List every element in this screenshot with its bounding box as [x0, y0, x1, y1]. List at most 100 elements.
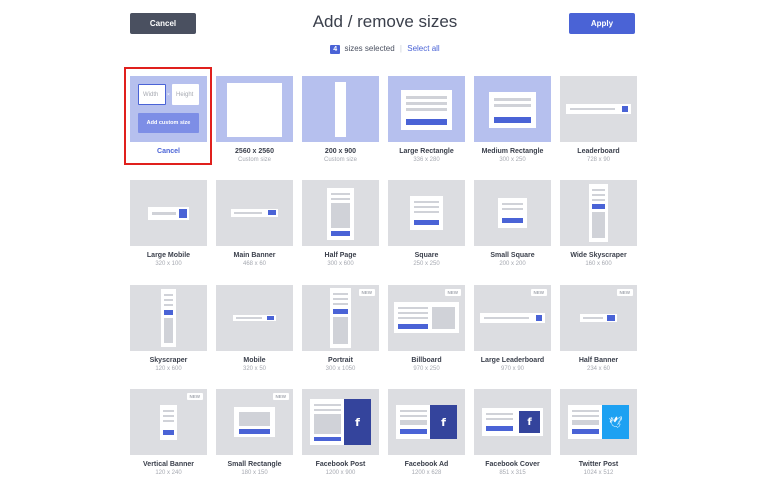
size-tile[interactable]: Medium Rectangle 300 x 250 [474, 76, 551, 163]
new-badge: NEW [272, 393, 289, 400]
size-dimensions: 250 x 250 [413, 261, 440, 267]
size-tile[interactable]: Large Mobile 320 x 100 [130, 180, 207, 267]
size-dimensions: 1024 x 512 [583, 470, 614, 476]
size-dimensions: 180 x 150 [241, 470, 268, 476]
selection-summary: 4 sizes selected | Select all [0, 44, 770, 54]
size-tile[interactable]: NEW Half Banner 234 x 60 [560, 285, 637, 372]
size-name: Half Banner [578, 357, 619, 364]
size-dimensions: 200 x 200 [499, 261, 526, 267]
new-badge: NEW [530, 289, 547, 296]
size-tile[interactable]: f Facebook Post 1200 x 900 [302, 389, 379, 476]
size-thumbnail: NEW [560, 285, 637, 351]
size-thumbnail [302, 76, 379, 142]
size-thumbnail [388, 76, 465, 142]
size-tile[interactable]: Mobile 320 x 50 [216, 285, 293, 372]
facebook-icon: f [519, 411, 540, 433]
size-tile[interactable]: Skyscraper 120 x 600 [130, 285, 207, 372]
size-dimensions: 120 x 600 [155, 366, 182, 372]
size-dimensions: 300 x 250 [499, 157, 526, 163]
size-dimensions: 336 x 280 [413, 157, 440, 163]
size-tile[interactable]: NEW Large Leaderboard 970 x 90 [474, 285, 551, 372]
size-tile[interactable]: Square 250 x 250 [388, 180, 465, 267]
size-thumbnail: 🕊 [560, 389, 637, 455]
size-tile[interactable]: f Facebook Ad 1200 x 628 [388, 389, 465, 476]
size-thumbnail: NEW [474, 285, 551, 351]
select-all-link[interactable]: Select all [407, 44, 439, 53]
size-tile[interactable]: f Facebook Cover 851 x 315 [474, 389, 551, 476]
size-name: Large Mobile [146, 252, 191, 259]
size-dimensions: 970 x 250 [413, 366, 440, 372]
size-dimensions: 1200 x 900 [325, 470, 356, 476]
size-thumbnail [216, 285, 293, 351]
size-thumbnail [560, 76, 637, 142]
new-badge: NEW [616, 289, 633, 296]
size-name: Medium Rectangle [481, 148, 544, 155]
size-tile[interactable]: Small Square 200 x 200 [474, 180, 551, 267]
facebook-icon: f [430, 405, 457, 439]
size-dimensions: 320 x 100 [155, 261, 182, 267]
size-thumbnail [474, 76, 551, 142]
size-dimensions: 851 x 315 [499, 470, 526, 476]
size-dimensions: 300 x 1050 [325, 366, 356, 372]
size-tile[interactable]: Large Rectangle 336 x 280 [388, 76, 465, 163]
size-name: 200 x 900 [324, 148, 357, 155]
new-badge: NEW [186, 393, 203, 400]
page-title: Add / remove sizes [312, 12, 458, 31]
size-dimensions: Custom size [323, 157, 357, 163]
size-thumbnail [560, 180, 637, 246]
size-name: Mobile [243, 357, 266, 364]
size-name: Facebook Post [315, 461, 366, 468]
highlight-box [124, 67, 212, 165]
new-badge: NEW [444, 289, 461, 296]
size-tile[interactable]: NEW Portrait 300 x 1050 [302, 285, 379, 372]
twitter-icon: 🕊 [602, 405, 629, 439]
size-thumbnail [216, 76, 293, 142]
size-dimensions: 160 x 600 [585, 261, 612, 267]
size-thumbnail: f [388, 389, 465, 455]
size-tile[interactable]: Main Banner 468 x 60 [216, 180, 293, 267]
size-tile[interactable]: NEW Billboard 970 x 250 [388, 285, 465, 372]
facebook-icon: f [344, 399, 371, 445]
size-name: Main Banner [233, 252, 276, 259]
separator: | [399, 44, 402, 53]
size-tile[interactable]: NEW Vertical Banner 120 x 240 [130, 389, 207, 476]
size-dimensions: 300 x 600 [327, 261, 354, 267]
size-thumbnail [130, 180, 207, 246]
size-thumbnail [302, 180, 379, 246]
size-name: Billboard [411, 357, 442, 364]
apply-button[interactable]: Apply [569, 13, 635, 34]
size-tile[interactable]: Wide Skyscraper 160 x 600 [560, 180, 637, 267]
size-name: Vertical Banner [143, 461, 194, 468]
size-dimensions: 234 x 60 [586, 366, 611, 372]
size-tile[interactable]: 🕊 Twitter Post 1024 x 512 [560, 389, 637, 476]
size-dimensions: 120 x 240 [155, 470, 182, 476]
size-tile[interactable]: Half Page 300 x 600 [302, 180, 379, 267]
size-name: Small Square [490, 252, 535, 259]
size-dimensions: 1200 x 628 [411, 470, 442, 476]
size-thumbnail: NEW [130, 389, 207, 455]
size-name: 2560 x 2560 [235, 148, 274, 155]
size-name: Twitter Post [578, 461, 619, 468]
size-tile[interactable]: Leaderboard 728 x 90 [560, 76, 637, 163]
size-name: Facebook Ad [404, 461, 449, 468]
size-name: Leaderboard [577, 148, 620, 155]
size-dimensions: 468 x 60 [242, 261, 267, 267]
size-tile[interactable]: 200 x 900 Custom size [302, 76, 379, 163]
size-dimensions: 728 x 90 [586, 157, 611, 163]
selected-count-badge: 4 [330, 45, 341, 54]
size-thumbnail: NEW [216, 389, 293, 455]
size-tile[interactable]: NEW Small Rectangle 180 x 150 [216, 389, 293, 476]
size-dimensions: Custom size [237, 157, 271, 163]
size-thumbnail [474, 180, 551, 246]
size-thumbnail: f [474, 389, 551, 455]
size-thumbnail [388, 180, 465, 246]
size-thumbnail: NEW [388, 285, 465, 351]
size-tile[interactable]: 2560 x 2560 Custom size [216, 76, 293, 163]
size-thumbnail: f [302, 389, 379, 455]
size-thumbnail [216, 180, 293, 246]
size-name: Square [414, 252, 439, 259]
size-name: Half Page [324, 252, 357, 259]
new-badge: NEW [358, 289, 375, 296]
size-name: Facebook Cover [485, 461, 540, 468]
selected-count-text: sizes selected [344, 44, 395, 53]
